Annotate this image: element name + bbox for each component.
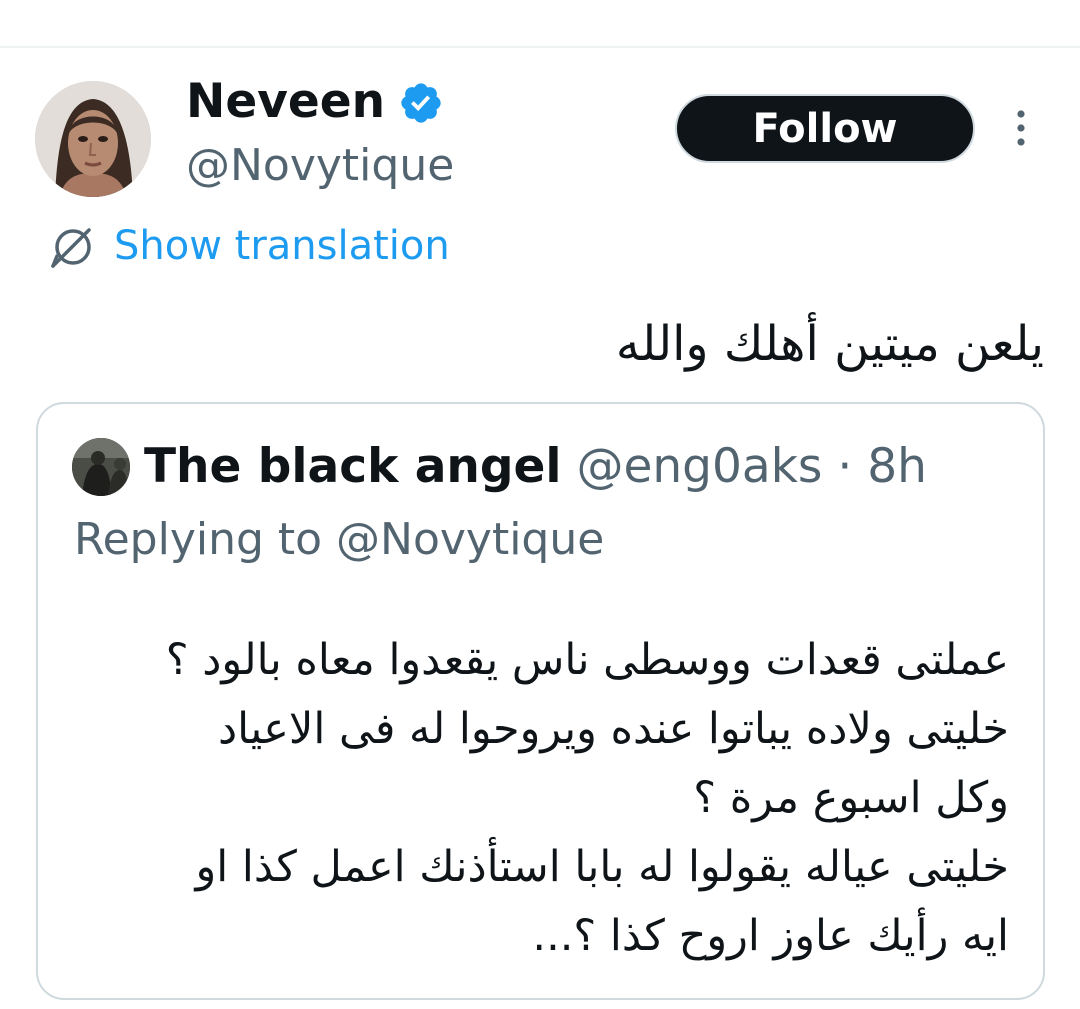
quoted-tweet-line: خليتى عياله يقولوا له بابا استأذنك اعمل …: [195, 842, 1009, 892]
author-display-name[interactable]: Neveen: [186, 72, 385, 132]
quoted-tweet-line: وكل اسبوع مرة ؟: [693, 773, 1009, 823]
quoted-tweet-time: 8h: [867, 439, 927, 494]
show-translation-link[interactable]: Show translation: [114, 218, 450, 274]
verified-badge-icon: [401, 83, 441, 123]
replying-to-label: Replying to @Novytique: [74, 514, 605, 565]
top-divider: [0, 46, 1080, 48]
quoted-author-name[interactable]: The black angel: [144, 439, 562, 494]
quoted-tweet-card[interactable]: The black angel @eng0aks · 8h Replying t…: [36, 402, 1045, 1000]
follow-button[interactable]: Follow: [675, 94, 975, 163]
translate-globe-icon: [51, 228, 91, 268]
more-vertical-icon[interactable]: [1006, 108, 1036, 148]
quoted-author-handle: @eng0aks: [576, 439, 823, 494]
quoted-tweet-text: عملتى قعدات ووسطى ناس يقعدوا معاه بالود …: [98, 626, 1009, 971]
quoted-tweet-line: خليتى ولاده يباتوا عنده ويروحوا له فى ال…: [217, 704, 1009, 754]
quoted-tweet-header: The black angel @eng0aks · 8h: [144, 438, 927, 496]
tweet-text: يلعن ميتين أهلك والله: [615, 316, 1044, 372]
author-handle[interactable]: @Novytique: [186, 138, 454, 194]
quoted-tweet-line: عملتى قعدات ووسطى ناس يقعدوا معاه بالود …: [165, 635, 1009, 685]
quoted-author-avatar: [72, 438, 130, 496]
author-avatar[interactable]: [35, 81, 151, 197]
quoted-tweet-line: ايه رأيك عاوز اروح كذا ؟...: [532, 911, 1009, 961]
meta-separator: ·: [837, 439, 853, 494]
